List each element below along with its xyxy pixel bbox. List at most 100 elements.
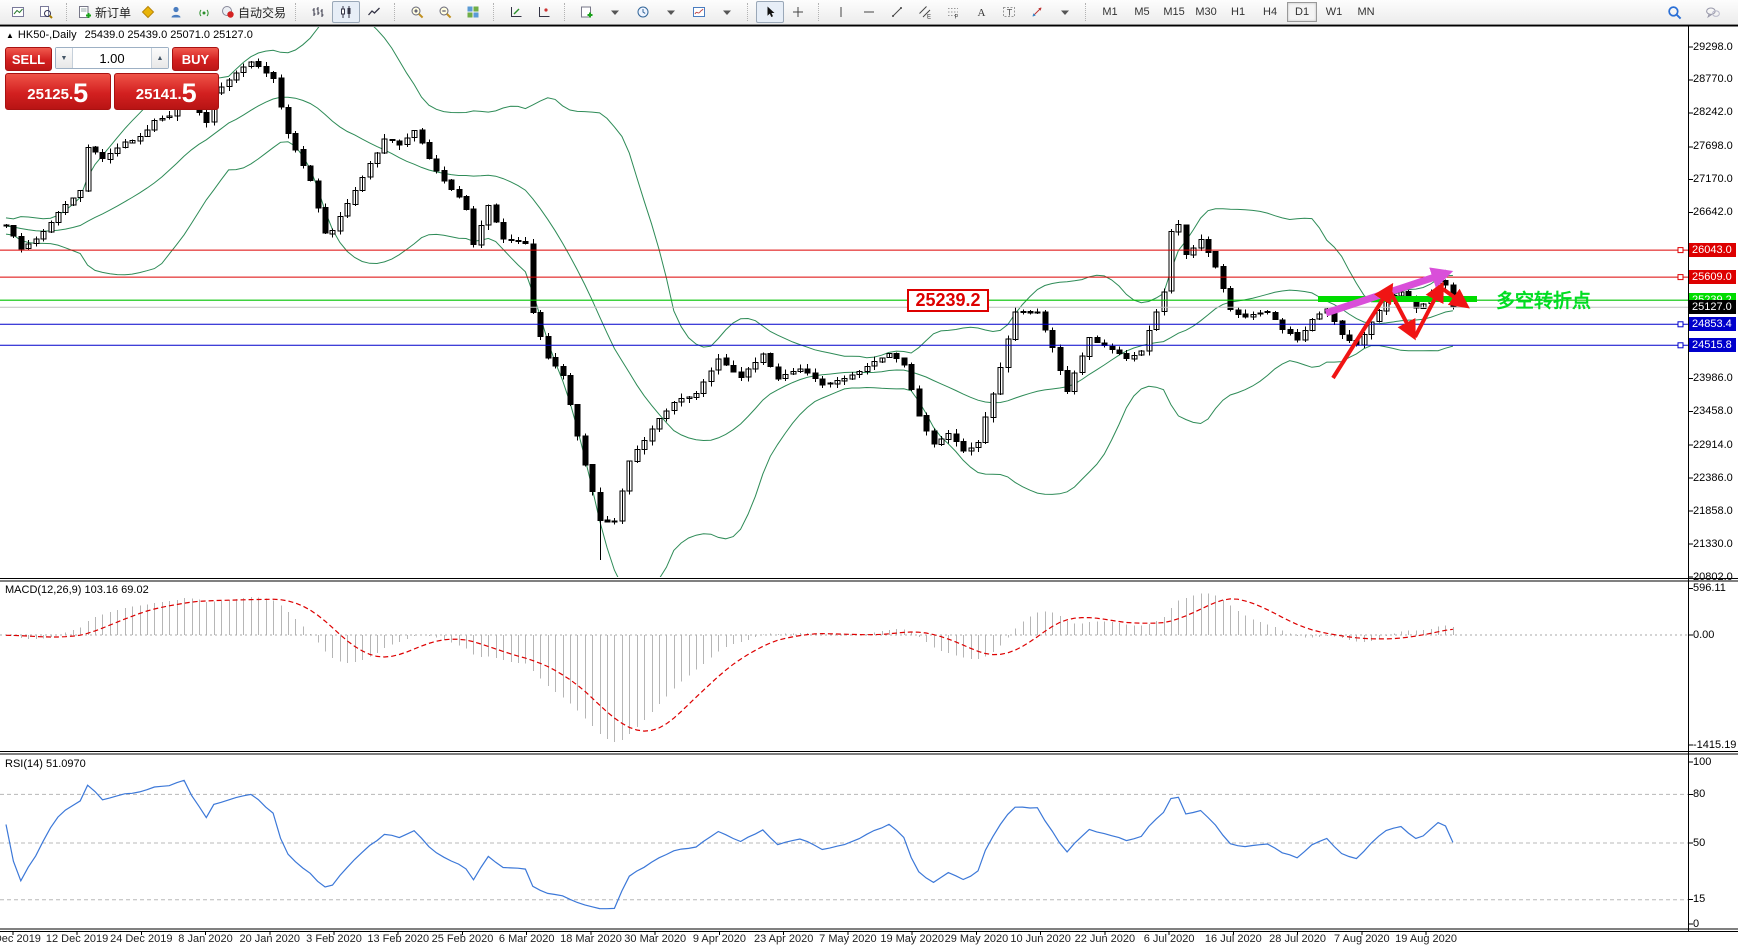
date-tick-label: 10 Jun 2020 — [1010, 933, 1071, 945]
date-tick-label: 7 May 2020 — [819, 933, 876, 945]
annotation-text[interactable]: 多空转折点 — [1496, 286, 1591, 313]
rsi-indicator-label: RSI(14) 51.0970 — [5, 758, 86, 770]
label-tool[interactable]: T — [995, 1, 1023, 23]
volume-stepper: ▼ 1.00 ▲ — [55, 47, 169, 69]
buy-button[interactable]: BUY — [172, 47, 219, 71]
hline-handle-24853.4[interactable] — [1678, 322, 1683, 327]
sell-price-int: 25125. — [27, 83, 73, 107]
toolbar-separator — [1085, 3, 1090, 21]
timeframe-mn[interactable]: MN — [1351, 2, 1381, 22]
red-zigzag-arrow-3[interactable] — [1415, 287, 1441, 337]
buy-price-frac: 5 — [182, 80, 197, 107]
tile-windows-icon[interactable] — [459, 1, 487, 23]
chart-title: ▲HK50-,Daily25439.0 25439.0 25071.0 2512… — [6, 29, 253, 41]
timeframe-d1[interactable]: D1 — [1287, 2, 1317, 22]
auto-scroll-icon[interactable] — [502, 1, 530, 23]
market-watch-icon[interactable] — [134, 1, 162, 23]
timeframe-m1[interactable]: M1 — [1095, 2, 1125, 22]
arrows-dropdown[interactable] — [1051, 1, 1079, 23]
bar-chart-icon[interactable] — [304, 1, 332, 23]
candlestick-chart-icon[interactable] — [332, 1, 360, 23]
crosshair-tool[interactable] — [784, 1, 812, 23]
timeframe-m5[interactable]: M5 — [1127, 2, 1157, 22]
hline-handle-25609.0[interactable] — [1678, 275, 1683, 280]
chart-symbol-period: HK50-,Daily — [18, 29, 77, 41]
date-tick-label: 7 Aug 2020 — [1334, 933, 1390, 945]
date-tick-label: 6 Mar 2020 — [499, 933, 555, 945]
timeframe-w1[interactable]: W1 — [1319, 2, 1349, 22]
timeframe-m15[interactable]: M15 — [1159, 2, 1189, 22]
date-tick-label: 22 Jun 2020 — [1075, 933, 1136, 945]
volume-increase-button[interactable]: ▲ — [151, 48, 168, 68]
signals-icon[interactable] — [190, 1, 218, 23]
date-tick-label: 23 Apr 2020 — [754, 933, 813, 945]
sell-button[interactable]: SELL — [5, 47, 52, 71]
vertical-line-tool[interactable] — [827, 1, 855, 23]
timeframe-h4[interactable]: H4 — [1255, 2, 1285, 22]
horizontal-line-tool[interactable] — [855, 1, 883, 23]
date-tick-label: 20 Jan 2020 — [239, 933, 300, 945]
buy-price-display[interactable]: 25141.5 — [114, 73, 220, 110]
new-chart-dropdown[interactable] — [601, 1, 629, 23]
hline-handle-26043.0[interactable] — [1678, 248, 1683, 253]
zoom-out-icon[interactable] — [431, 1, 459, 23]
date-tick-label: 13 Feb 2020 — [367, 933, 429, 945]
date-tick-label: 12 Dec 2019 — [46, 933, 108, 945]
date-tick-label: 30 Mar 2020 — [624, 933, 686, 945]
toolbar-separator — [295, 3, 300, 21]
toolbar: 新订单 自动交易 E F AT M1M5M15M30H1H4D1W1MN — [0, 0, 1738, 25]
toolbar-separator — [564, 3, 569, 21]
sell-price-display[interactable]: 25125.5 — [5, 73, 111, 110]
date-tick-label: 8 Jan 2020 — [178, 933, 232, 945]
mt4-terminal-window: 新订单 自动交易 E F AT M1M5M15M30H1H4D1W1MN ▲ HK50-,D… — [0, 0, 1738, 948]
templates-icon[interactable] — [685, 1, 713, 23]
templates-dropdown[interactable] — [713, 1, 741, 23]
auto-trading-button-label: 自动交易 — [238, 4, 286, 21]
timeframe-h1[interactable]: H1 — [1223, 2, 1253, 22]
trendline-tool[interactable] — [883, 1, 911, 23]
auto-trading-button[interactable]: 自动交易 — [218, 1, 289, 23]
candlestick-series — [4, 59, 1456, 560]
hline-handle-24515.8[interactable] — [1678, 343, 1683, 348]
macd-indicator-label: MACD(12,26,9) 103.16 69.02 — [5, 584, 149, 596]
toolbar-separator — [818, 3, 823, 21]
new-order-button[interactable]: 新订单 — [75, 1, 134, 23]
zoom-in-icon[interactable] — [403, 1, 431, 23]
toolbar-separator — [493, 3, 498, 21]
date-tick-label: 16 Jul 2020 — [1205, 933, 1262, 945]
charts-icon[interactable] — [4, 1, 32, 23]
data-window-icon[interactable] — [32, 1, 60, 23]
date-tick-label: 19 Aug 2020 — [1395, 933, 1457, 945]
chart-canvas[interactable] — [0, 0, 1738, 948]
toolbar-separator — [394, 3, 399, 21]
timeframe-m30[interactable]: M30 — [1191, 2, 1221, 22]
buy-price-int: 25141. — [136, 83, 182, 107]
date-tick-label: 25 Feb 2020 — [432, 933, 494, 945]
line-chart-icon[interactable] — [360, 1, 388, 23]
cursor-tool[interactable] — [756, 1, 784, 23]
svg-text:A: A — [978, 7, 986, 19]
date-tick-label: 29 May 2020 — [945, 933, 1009, 945]
date-tick-label: 28 Jul 2020 — [1269, 933, 1326, 945]
panel-collapse-icon[interactable]: ▲ — [6, 31, 14, 40]
new-order-button-label: 新订单 — [95, 4, 131, 21]
period-dropdown[interactable] — [657, 1, 685, 23]
volume-decrease-button[interactable]: ▼ — [56, 48, 73, 68]
toolbar-separator — [747, 3, 752, 21]
price-callout-label[interactable]: 25239.2 — [907, 289, 989, 312]
period-icon[interactable] — [629, 1, 657, 23]
toolbar-chat-icon[interactable] — [1698, 1, 1726, 23]
equidistant-channel-tool[interactable]: E — [911, 1, 939, 23]
svg-text:F: F — [955, 15, 959, 20]
fibonacci-tool[interactable]: F — [939, 1, 967, 23]
new-chart-button[interactable] — [573, 1, 601, 23]
date-tick-label: 6 Jul 2020 — [1144, 933, 1195, 945]
arrows-tool[interactable] — [1023, 1, 1051, 23]
text-tool[interactable]: A — [967, 1, 995, 23]
sell-price-frac: 5 — [73, 80, 88, 107]
chart-shift-icon[interactable] — [530, 1, 558, 23]
date-tick-label: 18 Mar 2020 — [560, 933, 622, 945]
expert-advisors-icon[interactable] — [162, 1, 190, 23]
toolbar-search-icon[interactable] — [1660, 1, 1688, 23]
volume-input[interactable]: 1.00 — [73, 48, 151, 68]
